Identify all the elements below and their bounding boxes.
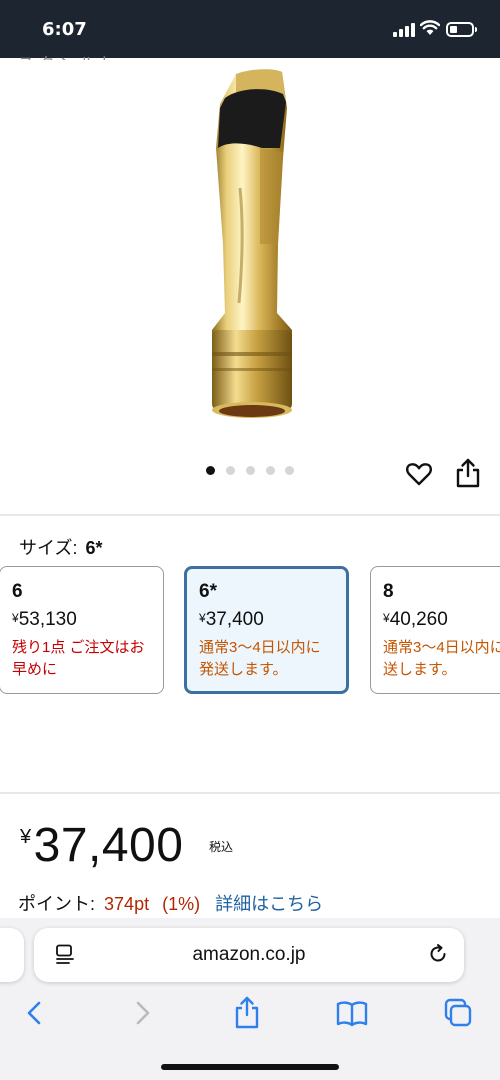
carousel-dot[interactable] — [246, 466, 255, 475]
size-label: サイズ: 6* — [19, 538, 103, 558]
tabs-icon[interactable] — [440, 996, 476, 1030]
points-row: ポイント: 374pt (1%) 詳細はこちら — [18, 890, 323, 916]
size-option-8[interactable]: 8 ¥40,260 通常3～4日以内に発送します。 — [370, 566, 500, 694]
carousel-dot[interactable] — [266, 466, 275, 475]
points-label: ポイント: — [18, 894, 96, 914]
bookmarks-icon[interactable] — [334, 996, 370, 1030]
image-carousel-dots[interactable] — [203, 466, 303, 478]
carousel-dot[interactable] — [206, 466, 215, 475]
url-text[interactable]: amazon.co.jp — [34, 944, 464, 966]
heart-icon[interactable] — [405, 460, 433, 488]
points-value: 374pt — [104, 894, 150, 914]
size-option-price: ¥40,260 — [383, 609, 448, 630]
points-details-link[interactable]: 詳細はこちら — [215, 894, 323, 914]
size-option-availability: 残り1点 ご注文はお早めに — [12, 639, 145, 678]
size-option-name: 6 — [12, 581, 23, 602]
cut-off-text: ス タ ン ル し — [18, 50, 116, 60]
size-option-name: 8 — [383, 581, 394, 602]
selected-size: 6* — [85, 538, 103, 558]
product-price: ¥37,400 — [20, 819, 184, 872]
size-option-price: ¥37,400 — [199, 609, 264, 630]
size-option-6-star[interactable]: 6* ¥37,400 通常3～4日以内に発送します。 — [184, 566, 349, 694]
home-indicator — [161, 1064, 339, 1070]
size-option-availability: 通常3～4日以内に発送します。 — [383, 639, 500, 678]
size-option-name: 6* — [199, 581, 217, 602]
product-image[interactable] — [140, 68, 340, 428]
points-percent: (1%) — [162, 894, 201, 914]
section-divider — [0, 514, 500, 516]
wifi-icon — [420, 20, 440, 35]
forward-icon[interactable] — [124, 996, 160, 1030]
size-option-price: ¥53,130 — [12, 609, 77, 630]
share-icon[interactable] — [455, 458, 481, 488]
tax-included-label: 税込 — [209, 840, 234, 854]
size-option-6[interactable]: 6 ¥53,130 残り1点 ご注文はお早めに — [0, 566, 164, 694]
reload-icon[interactable] — [427, 943, 449, 965]
carousel-dot[interactable] — [226, 466, 235, 475]
size-option-availability: 通常3～4日以内に発送します。 — [199, 639, 321, 678]
carousel-dot[interactable] — [285, 466, 294, 475]
share-sheet-icon[interactable] — [229, 996, 265, 1030]
section-divider — [0, 792, 500, 794]
battery-icon — [446, 22, 477, 37]
back-icon[interactable] — [17, 996, 53, 1030]
status-time: 6:07 — [42, 19, 87, 40]
previous-tab-preview[interactable] — [0, 928, 24, 982]
cellular-signal-icon — [393, 23, 415, 37]
